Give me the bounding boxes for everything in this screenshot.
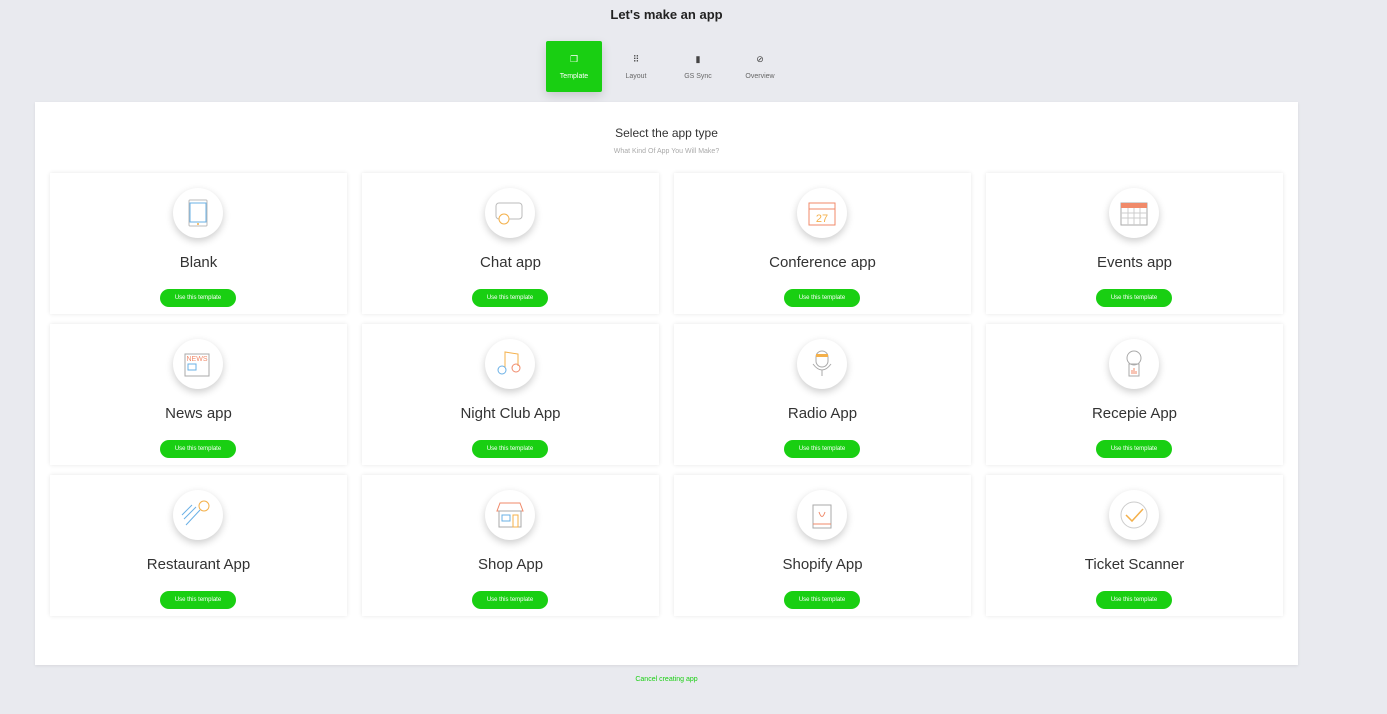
template-card: 27 Conference app Use this template	[674, 173, 971, 314]
svg-text:27: 27	[816, 213, 828, 225]
step-gs-sync[interactable]: ▮ GS Sync	[670, 41, 726, 92]
use-template-button[interactable]: Use this template	[472, 440, 548, 458]
template-panel: Select the app type What Kind Of App You…	[35, 102, 1298, 665]
template-card: NEWS News app Use this template	[50, 324, 347, 465]
use-template-button[interactable]: Use this template	[160, 440, 236, 458]
panel-subheading: What Kind Of App You Will Make?	[613, 148, 720, 155]
template-card: Recepie App Use this template	[986, 324, 1283, 465]
use-template-button[interactable]: Use this template	[472, 591, 548, 609]
step-label: Overview	[745, 72, 775, 80]
tablet-icon	[173, 188, 223, 238]
template-card: Chat app Use this template	[362, 173, 659, 314]
chef-hat-icon	[1109, 339, 1159, 389]
template-name: Shopify App	[782, 556, 863, 573]
grid-icon: ⠿	[632, 53, 640, 64]
page-title: Let's make an app	[610, 7, 723, 22]
template-card: Shop App Use this template	[362, 475, 659, 616]
template-name: News app	[165, 405, 232, 422]
template-card: Restaurant App Use this template	[50, 475, 347, 616]
use-template-button[interactable]: Use this template	[1096, 591, 1172, 609]
step-label: Layout	[625, 72, 647, 80]
template-card: Blank Use this template	[50, 173, 347, 314]
template-card: Radio App Use this template	[674, 324, 971, 465]
use-template-button[interactable]: Use this template	[784, 440, 860, 458]
template-name: Night Club App	[460, 405, 561, 422]
template-name: Recepie App	[1091, 405, 1178, 422]
calendar-grid-icon	[1109, 188, 1159, 238]
step-label: Template	[559, 72, 589, 80]
template-name: Restaurant App	[146, 556, 251, 573]
fork-icon	[173, 490, 223, 540]
template-name: Conference app	[769, 254, 876, 271]
step-template[interactable]: ❐ Template	[546, 41, 602, 92]
checkmark-icon	[1109, 490, 1159, 540]
use-template-button[interactable]: Use this template	[784, 591, 860, 609]
panel-heading: Select the app type	[615, 126, 718, 140]
use-template-button[interactable]: Use this template	[1096, 289, 1172, 307]
template-card: Events app Use this template	[986, 173, 1283, 314]
template-name: Radio App	[787, 405, 858, 422]
template-card: Night Club App Use this template	[362, 324, 659, 465]
use-template-button[interactable]: Use this template	[160, 289, 236, 307]
wizard-steps: ❐ Template ⠿ Layout ▮ GS Sync ⊘ Overview	[546, 41, 794, 92]
use-template-button[interactable]: Use this template	[784, 289, 860, 307]
template-name: Chat app	[480, 254, 541, 271]
template-name: Shop App	[477, 556, 544, 573]
use-template-button[interactable]: Use this template	[472, 289, 548, 307]
svg-text:NEWS: NEWS	[187, 356, 208, 363]
music-note-icon	[485, 339, 535, 389]
template-icon: ❐	[569, 53, 579, 64]
storefront-icon	[485, 490, 535, 540]
chat-bubble-icon	[485, 188, 535, 238]
use-template-button[interactable]: Use this template	[1096, 440, 1172, 458]
step-label: GS Sync	[684, 72, 712, 80]
cancel-link[interactable]: Cancel creating app	[0, 676, 1333, 683]
step-overview[interactable]: ⊘ Overview	[732, 41, 788, 92]
template-card: Ticket Scanner Use this template	[986, 475, 1283, 616]
file-icon: ▮	[695, 53, 701, 64]
template-name: Events app	[1096, 254, 1173, 271]
template-name: Blank	[179, 254, 218, 271]
step-layout[interactable]: ⠿ Layout	[608, 41, 664, 92]
shopping-bag-icon	[797, 490, 847, 540]
calendar-27-icon: 27	[797, 188, 847, 238]
use-template-button[interactable]: Use this template	[160, 591, 236, 609]
check-circle-icon: ⊘	[756, 53, 764, 64]
template-name: Ticket Scanner	[1084, 556, 1185, 573]
template-grid: Blank Use this template Chat app Use thi…	[50, 173, 1283, 616]
newspaper-icon: NEWS	[173, 339, 223, 389]
microphone-icon	[797, 339, 847, 389]
template-card: Shopify App Use this template	[674, 475, 971, 616]
